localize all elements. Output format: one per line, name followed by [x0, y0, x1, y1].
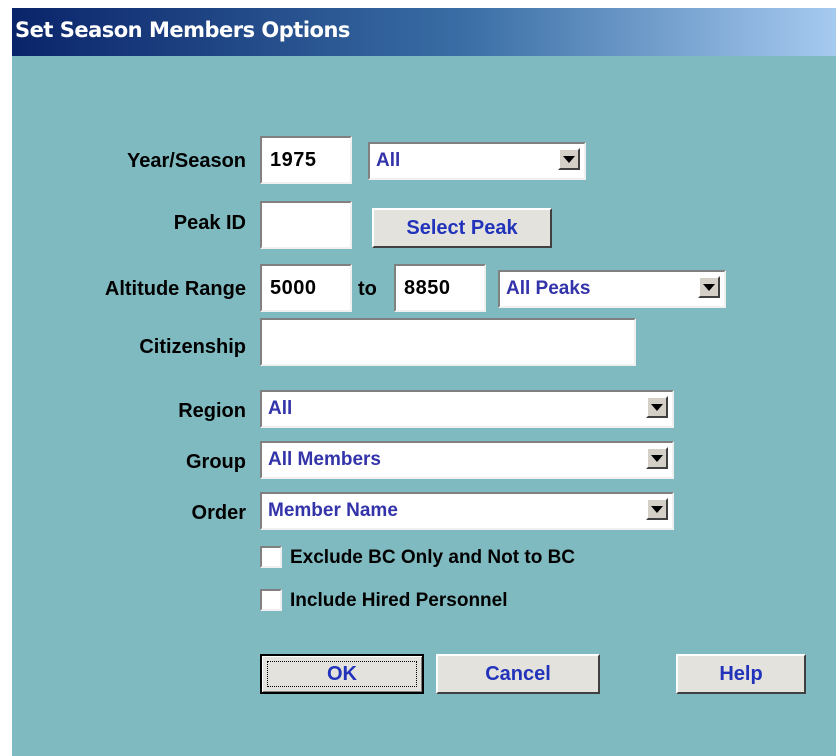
altitude-to-label: to: [358, 278, 377, 300]
peak-id-value: [270, 203, 346, 247]
ok-button[interactable]: OK: [260, 654, 424, 694]
help-label: Help: [719, 662, 763, 685]
season-value: All: [376, 150, 401, 171]
chevron-down-icon[interactable]: [558, 148, 580, 170]
focus-rectangle: [267, 661, 417, 687]
season-select[interactable]: All: [368, 142, 586, 180]
exclude-bc-label: Exclude BC Only and Not to BC: [290, 547, 576, 568]
group-value: All Members: [268, 449, 381, 470]
chevron-down-icon[interactable]: [646, 447, 668, 469]
title-bar: Set Season Members Options: [12, 8, 836, 56]
order-label: Order: [191, 502, 246, 524]
citizenship-value: [270, 320, 630, 364]
cancel-button[interactable]: Cancel: [436, 654, 600, 694]
altitude-scope-select[interactable]: All Peaks: [498, 270, 726, 308]
dialog-title: Set Season Members Options: [15, 18, 350, 42]
altitude-range-label: Altitude Range: [104, 278, 246, 300]
chevron-down-icon[interactable]: [646, 396, 668, 418]
include-hired-label: Include Hired Personnel: [290, 590, 508, 611]
altitude-to-value: 8850: [404, 276, 451, 299]
altitude-scope-value: All Peaks: [506, 278, 591, 299]
citizenship-input[interactable]: [260, 318, 636, 366]
region-value: All: [268, 398, 293, 419]
region-select[interactable]: All: [260, 390, 674, 428]
season-members-options-dialog: Set Season Members Options Year/Season 1…: [12, 8, 836, 756]
altitude-from-value: 5000: [270, 276, 317, 299]
altitude-to-input[interactable]: 8850: [394, 264, 486, 312]
exclude-bc-checkbox[interactable]: [260, 546, 282, 568]
group-label: Group: [186, 451, 246, 473]
order-select[interactable]: Member Name: [260, 492, 674, 530]
group-select[interactable]: All Members: [260, 441, 674, 479]
region-label: Region: [178, 400, 246, 422]
include-hired-checkbox[interactable]: [260, 589, 282, 611]
chevron-down-icon[interactable]: [698, 276, 720, 298]
order-value: Member Name: [268, 500, 398, 521]
altitude-from-input[interactable]: 5000: [260, 264, 352, 312]
citizenship-label: Citizenship: [139, 336, 246, 358]
peak-id-input[interactable]: [260, 201, 352, 249]
chevron-down-icon[interactable]: [646, 498, 668, 520]
help-button[interactable]: Help: [676, 654, 806, 694]
year-input[interactable]: 1975: [260, 136, 352, 184]
select-peak-button[interactable]: Select Peak: [372, 208, 552, 248]
cancel-label: Cancel: [485, 662, 551, 685]
peak-id-label: Peak ID: [173, 212, 246, 234]
year-season-label: Year/Season: [127, 150, 246, 172]
select-peak-label: Select Peak: [406, 216, 518, 239]
year-value: 1975: [270, 148, 317, 171]
